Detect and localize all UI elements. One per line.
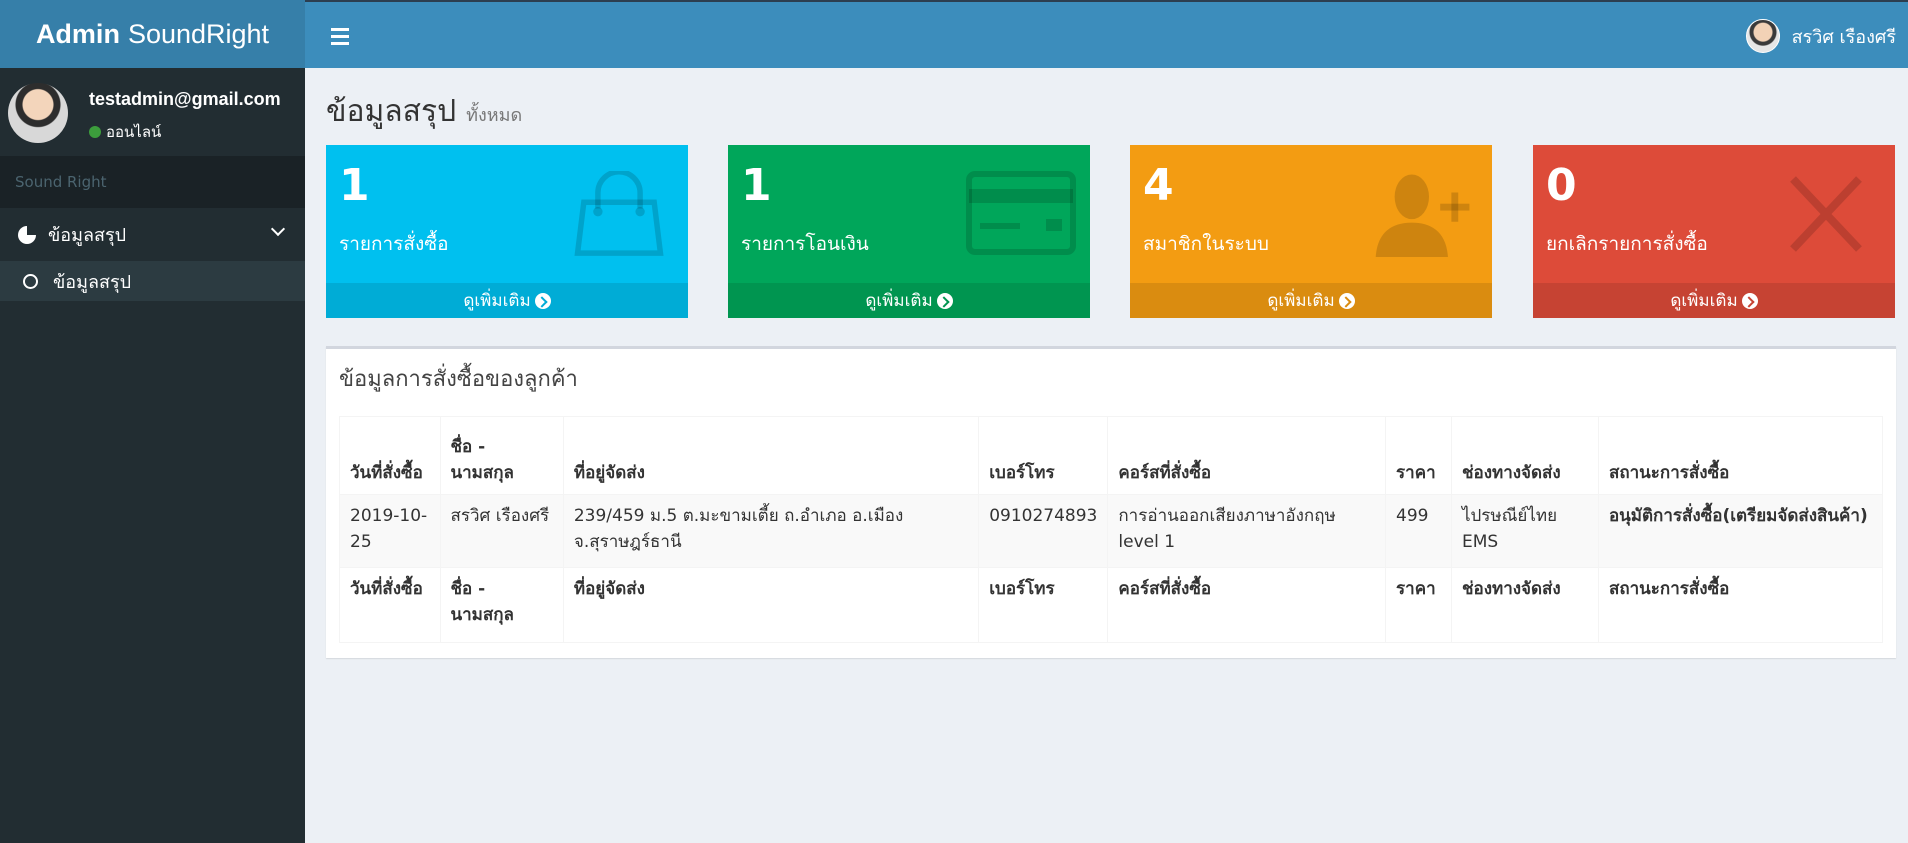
table-header-row: วันที่สั่งซื้อ ชื่อ - นามสกุล ที่อยู่จัด… — [339, 416, 1884, 495]
column-header[interactable]: ชื่อ - นามสกุล — [439, 416, 564, 495]
arrow-circle-right-icon — [534, 292, 551, 309]
credit-card-icon — [966, 171, 1076, 255]
column-header[interactable]: เบอร์โทร — [978, 416, 1109, 495]
shipping-method: ไปรษณีย์ไทย EMS — [1450, 494, 1599, 568]
price: 499 — [1385, 494, 1452, 568]
sidebar-section-header: Sound Right — [0, 156, 305, 208]
arrow-circle-right-icon — [1741, 292, 1758, 309]
box-label: ยกเลิกรายการสั่งซื้อ — [1546, 233, 1708, 255]
page-title: ข้อมูลสรุป ทั้งหมด — [326, 88, 522, 135]
logo-bold: Admin — [35, 18, 120, 49]
column-header[interactable]: ที่อยู่จัดส่ง — [562, 416, 980, 495]
avatar — [1745, 19, 1780, 53]
user-avatar — [8, 83, 68, 143]
page-title-text: ข้อมูลสรุป — [326, 94, 457, 129]
box-label: รายการสั่งซื้อ — [339, 233, 449, 255]
logo-text: SoundRight — [127, 18, 270, 49]
sidebar-item-summary[interactable]: ข้อมูลสรุป — [0, 208, 305, 261]
page-subtitle: ทั้งหมด — [466, 105, 523, 126]
sidebar-subitem-summary[interactable]: ข้อมูลสรุป — [0, 261, 305, 301]
phone-number: 0910274893 — [978, 494, 1109, 568]
column-footer: เบอร์โทร — [978, 567, 1109, 643]
column-footer: ช่องทางจัดส่ง — [1450, 567, 1599, 643]
column-header[interactable]: วันที่สั่งซื้อ — [339, 416, 441, 495]
customer-name: สรวิศ เรืองศรี — [439, 494, 564, 568]
view-more-link[interactable]: ดูเพิ่มเติม — [1533, 283, 1895, 318]
user-menu[interactable]: สรวิศ เรืองศรี — [1745, 19, 1896, 53]
user-email: testadmin@gmail.com — [89, 89, 281, 109]
box-label: สมาชิกในระบบ — [1143, 233, 1269, 255]
panel-title: ข้อมูลการสั่งซื้อของลูกค้า — [339, 367, 578, 392]
user-name: สรวิศ เรืองศรี — [1791, 26, 1896, 48]
table-row[interactable]: 2019-10-25 สรวิศ เรืองศรี 239/459 ม.5 ต.… — [339, 494, 1884, 568]
members-summary-box: 4 สมาชิกในระบบ ดูเพิ่มเติม — [1130, 145, 1492, 318]
circle-icon — [23, 273, 38, 289]
box-value: 1 — [741, 160, 772, 211]
column-footer: ที่อยู่จัดส่ง — [562, 567, 980, 643]
pie-chart-icon — [18, 225, 36, 244]
column-header[interactable]: สถานะการสั่งซื้อ — [1597, 416, 1884, 495]
column-footer: ราคา — [1385, 567, 1452, 643]
status-label: ออนไลน์ — [106, 123, 162, 141]
column-header[interactable]: ช่องทางจัดส่ง — [1450, 416, 1599, 495]
box-value: 1 — [339, 160, 370, 211]
column-footer: สถานะการสั่งซื้อ — [1597, 567, 1884, 643]
app-logo[interactable]: Admin SoundRight — [0, 0, 305, 68]
sidebar-subitem-label: ข้อมูลสรุป — [53, 271, 132, 293]
order-status: อนุมัติการสั่งซื้อ(เตรียมจัดส่งสินค้า) — [1597, 494, 1884, 568]
view-more-link[interactable]: ดูเพิ่มเติม — [326, 283, 688, 318]
sidebar: testadmin@gmail.com ออนไลน์ Sound Right … — [0, 68, 305, 843]
main-content: ข้อมูลสรุป ทั้งหมด 1 รายการสั่งซื้อ ดูเพิ… — [305, 68, 1908, 843]
sidebar-toggle-button[interactable] — [325, 22, 355, 50]
user-status[interactable]: ออนไลน์ — [89, 120, 161, 144]
table-footer-row: วันที่สั่งซื้อ ชื่อ - นามสกุล ที่อยู่จัด… — [339, 567, 1884, 643]
top-navbar: สรวิศ เรืองศรี — [305, 0, 1908, 68]
transfers-summary-box: 1 รายการโอนเงิน ดูเพิ่มเติม — [728, 145, 1090, 318]
sidebar-item-label: ข้อมูลสรุป — [48, 225, 127, 246]
shopping-bag-icon — [574, 171, 664, 256]
user-panel: testadmin@gmail.com ออนไลน์ — [0, 68, 305, 156]
orders-panel: ข้อมูลการสั่งซื้อของลูกค้า วันที่สั่งซื้… — [326, 346, 1896, 658]
orders-table: วันที่สั่งซื้อ ชื่อ - นามสกุล ที่อยู่จัด… — [339, 416, 1884, 643]
hamburger-icon — [331, 27, 349, 31]
chevron-down-icon — [270, 221, 286, 237]
view-more-link[interactable]: ดูเพิ่มเติม — [1130, 283, 1492, 318]
arrow-circle-right-icon — [936, 292, 953, 309]
arrow-circle-right-icon — [1338, 292, 1355, 309]
cancelled-summary-box: 0 ยกเลิกรายการสั่งซื้อ ดูเพิ่มเติม — [1533, 145, 1895, 318]
column-footer: ชื่อ - นามสกุล — [439, 567, 564, 643]
course-name: การอ่านออกเสียงภาษาอังกฤษ level 1 — [1107, 494, 1387, 568]
column-footer: คอร์สที่สั่งซื้อ — [1107, 567, 1387, 643]
close-icon — [1790, 176, 1862, 252]
order-date: 2019-10-25 — [339, 494, 441, 568]
orders-summary-box: 1 รายการสั่งซื้อ ดูเพิ่มเติม — [326, 145, 688, 318]
shipping-address: 239/459 ม.5 ต.มะขามเตี้ย ถ.อำเภอ อ.เมือง… — [562, 494, 980, 568]
column-header[interactable]: ราคา — [1385, 416, 1452, 495]
view-more-link[interactable]: ดูเพิ่มเติม — [728, 283, 1090, 318]
box-label: รายการโอนเงิน — [741, 233, 869, 255]
user-add-icon — [1375, 174, 1470, 257]
column-footer: วันที่สั่งซื้อ — [339, 567, 441, 643]
online-status-icon — [89, 126, 101, 138]
box-value: 0 — [1546, 160, 1577, 211]
box-value: 4 — [1143, 160, 1174, 211]
column-header[interactable]: คอร์สที่สั่งซื้อ — [1107, 416, 1387, 495]
